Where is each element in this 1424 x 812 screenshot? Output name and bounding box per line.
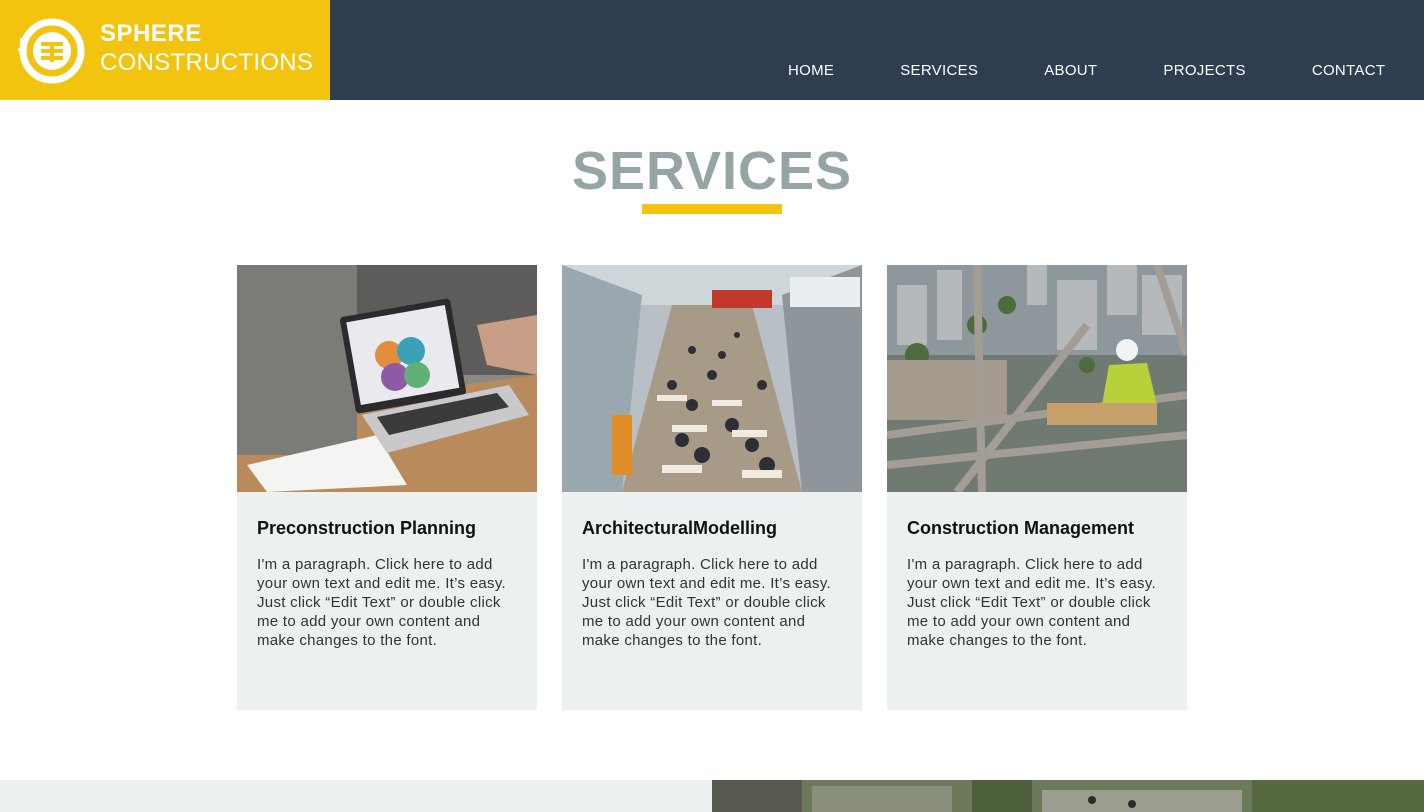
service-image-mall [562, 265, 862, 492]
service-description[interactable]: I'm a paragraph. Click here to add your … [257, 555, 521, 650]
brand-name: SPHERE CONSTRUCTIONS [100, 22, 313, 75]
next-section-panel [0, 780, 712, 812]
section-title: SERVICES [571, 141, 853, 201]
main-nav: HOME SERVICES ABOUT PROJECTS CONTACT [788, 62, 1385, 79]
nav-home[interactable]: HOME [788, 62, 834, 79]
nav-about[interactable]: ABOUT [1044, 62, 1097, 79]
service-image-scaffolding [887, 265, 1187, 492]
service-image-laptop [237, 265, 537, 492]
brand-name-line1: SPHERE [100, 20, 202, 47]
next-section-image [712, 780, 1424, 812]
service-card-architectural: ArchitecturalModelling I'm a paragraph. … [562, 265, 862, 710]
site-header: SPHERE CONSTRUCTIONS HOME SERVICES ABOUT… [0, 0, 1424, 100]
service-card-construction: Construction Management I'm a paragraph.… [887, 265, 1187, 710]
service-description[interactable]: I'm a paragraph. Click here to add your … [907, 555, 1171, 650]
brand-name-line2: CONSTRUCTIONS [100, 49, 314, 76]
nav-contact[interactable]: CONTACT [1312, 62, 1385, 79]
service-description[interactable]: I'm a paragraph. Click here to add your … [582, 555, 846, 650]
service-card-preconstruction: Preconstruction Planning I'm a paragraph… [237, 265, 537, 710]
nav-services[interactable]: SERVICES [900, 62, 978, 79]
brand-block[interactable]: SPHERE CONSTRUCTIONS [0, 0, 330, 100]
service-title: Construction Management [907, 518, 1135, 538]
sphere-logo-icon [18, 18, 85, 84]
service-title: Preconstruction Planning [257, 518, 477, 538]
service-title: ArchitecturalModelling [582, 518, 778, 538]
nav-projects[interactable]: PROJECTS [1163, 62, 1245, 79]
title-underline [642, 204, 782, 214]
